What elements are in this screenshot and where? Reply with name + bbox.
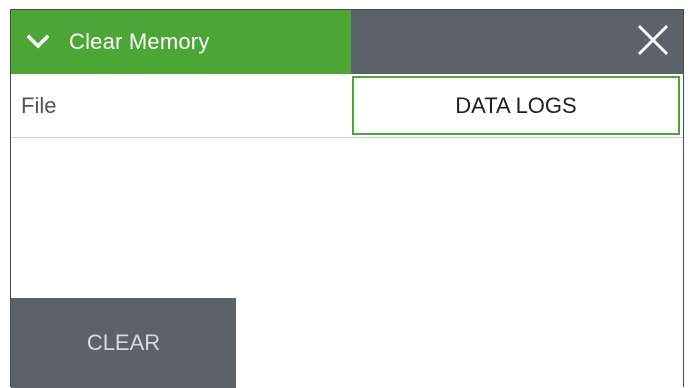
clear-button[interactable]: CLEAR	[11, 298, 236, 388]
panel-header: Clear Memory	[11, 10, 683, 74]
page-title: Clear Memory	[69, 29, 210, 54]
chevron-down-icon[interactable]	[27, 31, 49, 53]
collapse-toggle[interactable]: Clear Memory	[11, 10, 351, 74]
header-bar	[351, 10, 683, 74]
file-row: File DATA LOGS	[11, 74, 683, 138]
close-icon[interactable]	[636, 23, 670, 62]
file-label: File	[21, 93, 57, 118]
screen-frame: Clear Memory File DATA LOGS CLEAR	[0, 0, 691, 388]
file-select-button[interactable]: DATA LOGS	[352, 76, 680, 135]
close-button[interactable]	[623, 10, 683, 74]
clear-memory-panel: Clear Memory File DATA LOGS CLEAR	[10, 9, 684, 388]
